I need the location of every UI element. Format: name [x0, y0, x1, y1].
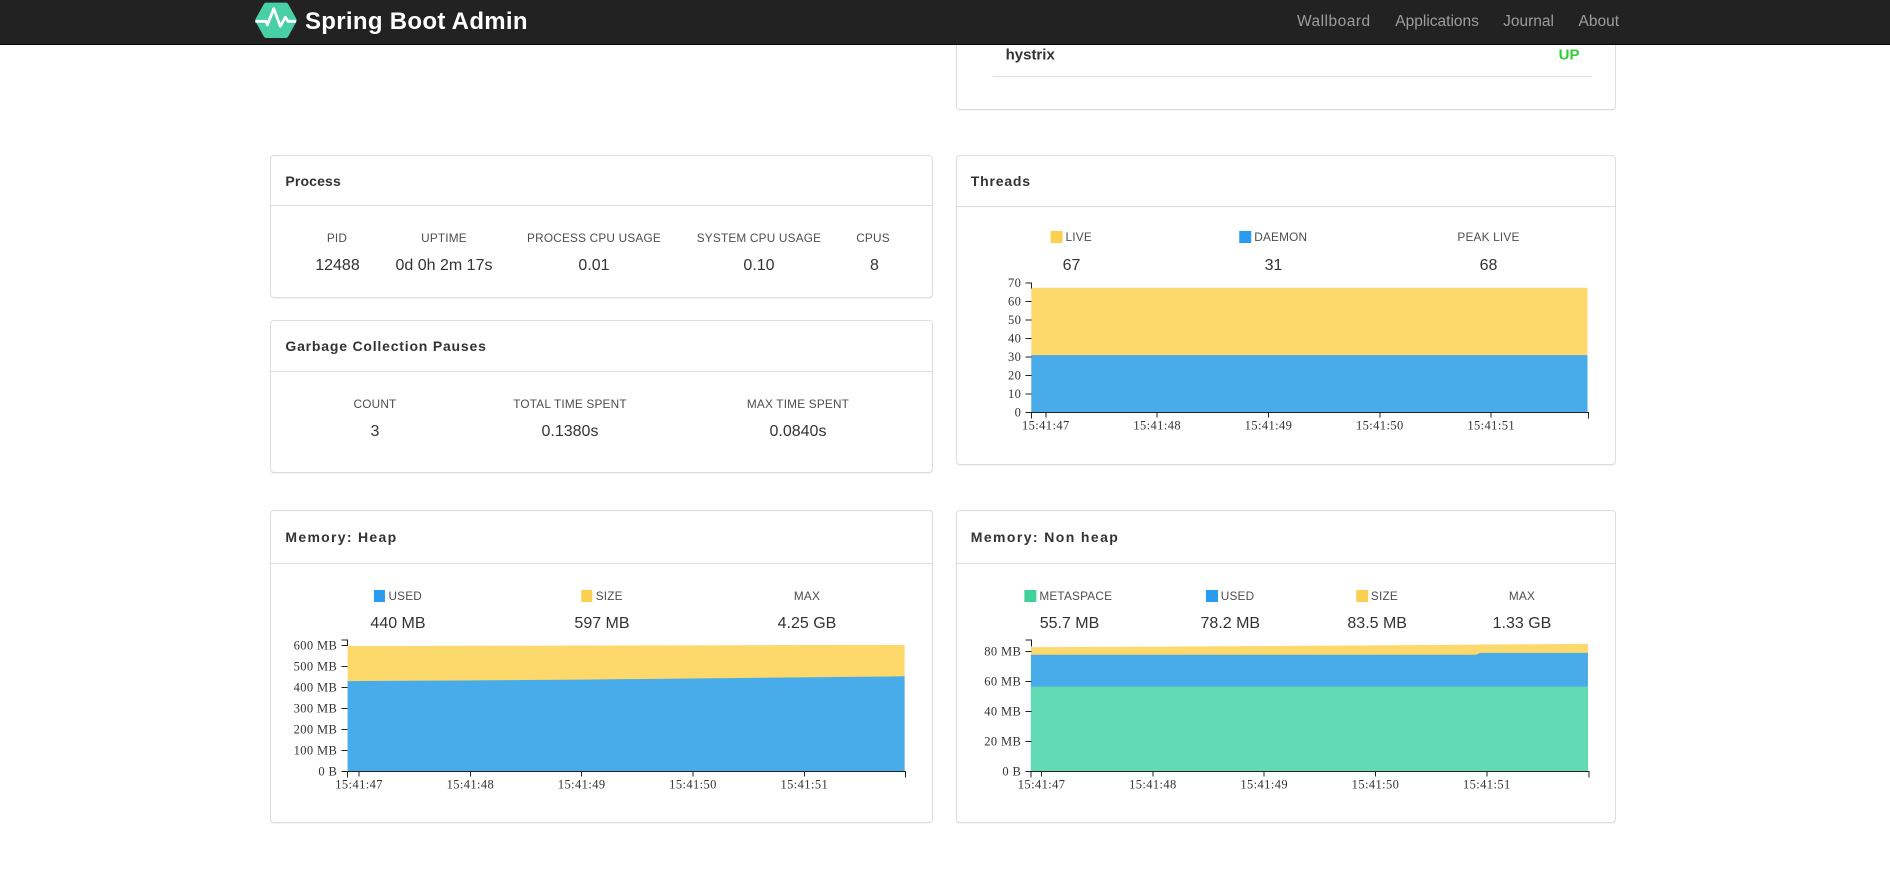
svg-text:15:41:49: 15:41:49	[558, 778, 606, 792]
svg-text:300 MB: 300 MB	[294, 701, 338, 715]
svg-text:15:41:47: 15:41:47	[335, 778, 383, 792]
svg-text:500 MB: 500 MB	[294, 660, 338, 674]
svg-text:10: 10	[1008, 387, 1021, 401]
svg-text:70: 70	[1008, 276, 1021, 290]
svg-text:15:41:50: 15:41:50	[1356, 419, 1404, 433]
svg-text:30: 30	[1008, 350, 1021, 364]
svg-text:60: 60	[1008, 295, 1021, 309]
svg-text:15:41:50: 15:41:50	[669, 778, 717, 792]
svg-text:50: 50	[1008, 313, 1021, 327]
svg-text:60 MB: 60 MB	[984, 674, 1021, 688]
svg-text:600 MB: 600 MB	[294, 639, 338, 653]
svg-text:0: 0	[1015, 405, 1022, 419]
svg-text:15:41:47: 15:41:47	[1018, 778, 1066, 792]
svg-text:15:41:51: 15:41:51	[1463, 778, 1511, 792]
svg-text:100 MB: 100 MB	[294, 743, 338, 757]
svg-text:20: 20	[1008, 369, 1021, 383]
svg-text:15:41:49: 15:41:49	[1245, 419, 1293, 433]
svg-text:15:41:49: 15:41:49	[1240, 778, 1288, 792]
svg-text:80 MB: 80 MB	[984, 644, 1021, 658]
svg-text:15:41:51: 15:41:51	[1467, 419, 1515, 433]
svg-text:15:41:47: 15:41:47	[1022, 419, 1070, 433]
svg-text:20 MB: 20 MB	[984, 735, 1021, 749]
svg-text:400 MB: 400 MB	[294, 680, 338, 694]
svg-text:15:41:50: 15:41:50	[1352, 778, 1400, 792]
svg-text:15:41:51: 15:41:51	[780, 778, 828, 792]
svg-text:15:41:48: 15:41:48	[1129, 778, 1177, 792]
svg-text:40 MB: 40 MB	[984, 704, 1021, 718]
svg-text:200 MB: 200 MB	[294, 722, 338, 736]
svg-text:15:41:48: 15:41:48	[1133, 419, 1181, 433]
svg-text:40: 40	[1008, 332, 1021, 346]
svg-text:0 B: 0 B	[318, 764, 337, 778]
svg-text:0 B: 0 B	[1002, 765, 1021, 779]
svg-text:15:41:48: 15:41:48	[447, 778, 495, 792]
